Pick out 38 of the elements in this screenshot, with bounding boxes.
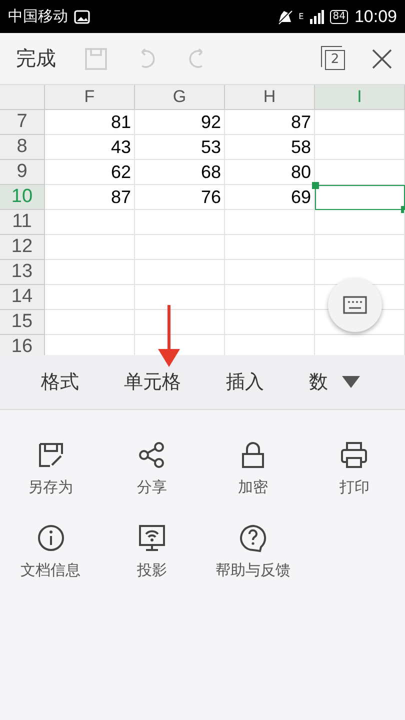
menu-item[interactable]: 文档信息 — [0, 523, 102, 580]
battery-level: 84 — [330, 10, 348, 24]
row-header[interactable]: 12 — [0, 235, 45, 260]
table-cell[interactable]: 58 — [225, 135, 315, 160]
column-header[interactable]: H — [225, 85, 315, 110]
network-type: E — [298, 12, 304, 20]
menu-item[interactable]: 另存为 — [0, 440, 102, 497]
menu-tab[interactable]: 数 — [309, 369, 328, 395]
table-cell[interactable]: 76 — [135, 185, 225, 210]
row-header[interactable]: 14 — [0, 285, 45, 310]
menu-tab[interactable]: 插入 — [226, 369, 264, 395]
table-cell[interactable]: 81 — [45, 110, 135, 135]
row-header[interactable]: 15 — [0, 310, 45, 335]
row-header[interactable]: 7 — [0, 110, 45, 135]
menu-tab[interactable]: 单元格 — [124, 369, 181, 395]
row-header[interactable]: 11 — [0, 210, 45, 235]
table-cell[interactable]: 68 — [135, 160, 225, 185]
clock: 10:09 — [354, 6, 397, 26]
row-header[interactable]: 9 — [0, 160, 45, 185]
menu-item[interactable]: 打印 — [304, 440, 405, 497]
table-cell[interactable]: 43 — [45, 135, 135, 160]
column-header[interactable]: G — [135, 85, 225, 110]
menu-item[interactable]: 投影 — [101, 523, 202, 580]
table-cell[interactable]: 92 — [135, 110, 225, 135]
table-cell[interactable]: 53 — [135, 135, 225, 160]
table-cell[interactable]: 62 — [45, 160, 135, 185]
table-cell[interactable]: 87 — [45, 185, 135, 210]
row-header[interactable]: 16 — [0, 335, 45, 355]
carrier-name: 中国移动 — [8, 7, 68, 26]
table-cell[interactable]: 87 — [225, 110, 315, 135]
menu-item[interactable]: 加密 — [202, 440, 304, 497]
column-header[interactable]: F — [45, 85, 135, 110]
menu-tab[interactable]: 格式 — [41, 369, 79, 395]
menu-item[interactable]: 分享 — [101, 440, 202, 497]
menu-item[interactable]: 帮助与反馈 — [202, 523, 304, 580]
row-header[interactable]: 8 — [0, 135, 45, 160]
done-button[interactable]: 完成 — [16, 45, 56, 72]
row-header[interactable]: 13 — [0, 260, 45, 285]
